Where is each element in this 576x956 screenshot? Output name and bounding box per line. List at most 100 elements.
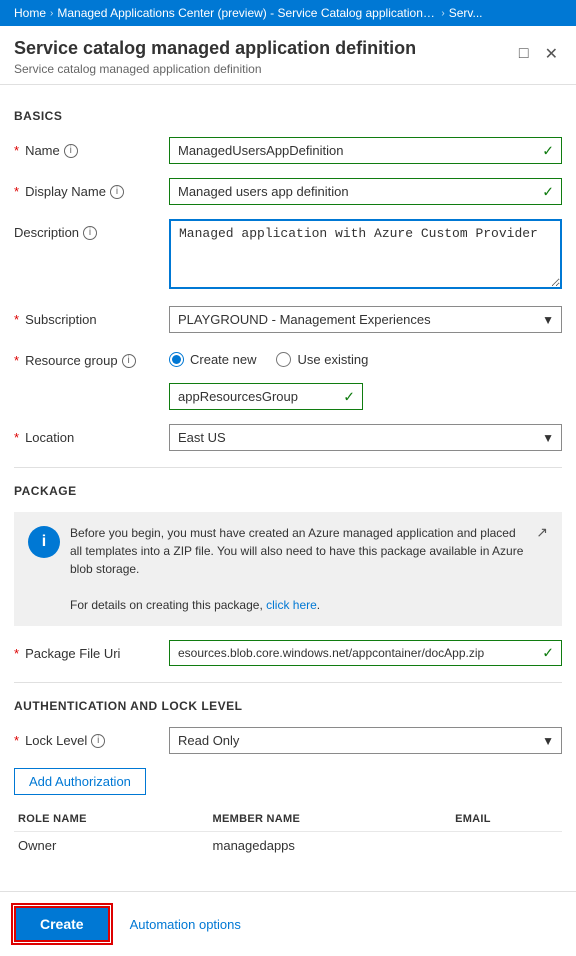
- package-uri-input-wrapper: ✓: [169, 640, 562, 666]
- resource-group-field-row: * Resource group i Create new Use existi…: [14, 347, 562, 410]
- add-authorization-button[interactable]: Add Authorization: [14, 768, 146, 795]
- breadcrumb: Home › Managed Applications Center (prev…: [0, 0, 576, 26]
- name-label: * Name i: [14, 137, 169, 158]
- radio-use-existing-input[interactable]: [276, 352, 291, 367]
- description-info-icon[interactable]: i: [83, 226, 97, 240]
- description-control: Managed application with Azure Custom Pr…: [169, 219, 562, 292]
- auth-section-header: AUTHENTICATION AND LOCK LEVEL: [14, 699, 562, 713]
- col-member-name: MEMBER NAME: [209, 807, 452, 832]
- package-uri-check-icon: ✓: [542, 645, 554, 662]
- description-field-row: Description i Managed application with A…: [14, 219, 562, 292]
- col-role-name: ROLE NAME: [14, 807, 209, 832]
- display-name-required-star: *: [14, 184, 19, 199]
- subscription-select-wrapper: PLAYGROUND - Management Experiences ▼: [169, 306, 562, 333]
- display-name-input-wrapper: ✓: [169, 178, 562, 205]
- name-input[interactable]: [169, 137, 562, 164]
- lock-level-field-row: * Lock Level i Read Only ▼: [14, 727, 562, 754]
- resource-group-input[interactable]: [169, 383, 363, 410]
- location-label: * Location: [14, 424, 169, 445]
- display-name-info-icon[interactable]: i: [110, 185, 124, 199]
- auth-table-header-row: ROLE NAME MEMBER NAME EMAIL: [14, 807, 562, 832]
- close-button[interactable]: ✕: [541, 42, 562, 66]
- name-required-star: *: [14, 143, 19, 158]
- display-name-check-icon: ✓: [542, 183, 554, 200]
- info-circle-icon: i: [28, 526, 60, 558]
- breadcrumb-chevron-1: ›: [50, 8, 53, 19]
- location-control: East US ▼: [169, 424, 562, 451]
- resource-group-radio-control: Create new Use existing: [169, 347, 368, 377]
- lock-level-required-star: *: [14, 733, 19, 748]
- resource-group-top: * Resource group i Create new Use existi…: [14, 347, 368, 377]
- create-button[interactable]: Create: [14, 906, 110, 942]
- resource-group-input-wrapper: ✓: [169, 383, 363, 410]
- description-input[interactable]: Managed application with Azure Custom Pr…: [169, 219, 562, 289]
- table-row: Owner managedapps: [14, 832, 562, 860]
- page-header-left: Service catalog managed application defi…: [14, 38, 416, 76]
- automation-options-link[interactable]: Automation options: [130, 917, 241, 932]
- resource-group-radio-group: Create new Use existing: [169, 347, 368, 367]
- subscription-select[interactable]: PLAYGROUND - Management Experiences: [169, 306, 562, 333]
- auth-table-body: Owner managedapps: [14, 832, 562, 860]
- display-name-control: ✓: [169, 178, 562, 205]
- row-email: [451, 832, 562, 860]
- breadcrumb-home[interactable]: Home: [14, 6, 46, 20]
- package-auth-divider: [14, 682, 562, 683]
- description-label: Description i: [14, 219, 169, 240]
- breadcrumb-managed-apps[interactable]: Managed Applications Center (preview) - …: [57, 6, 437, 20]
- resource-group-check-icon: ✓: [343, 388, 355, 405]
- display-name-input[interactable]: [169, 178, 562, 205]
- name-field-row: * Name i ✓: [14, 137, 562, 164]
- page-header-right: □ ✕: [515, 42, 562, 66]
- display-name-label: * Display Name i: [14, 178, 169, 199]
- radio-use-existing[interactable]: Use existing: [276, 352, 368, 367]
- name-control: ✓: [169, 137, 562, 164]
- basics-section-header: BASICS: [14, 109, 562, 123]
- subscription-label: * Subscription: [14, 306, 169, 327]
- package-uri-field-row: * Package File Uri ✓: [14, 640, 562, 666]
- package-info-link[interactable]: click here: [266, 598, 317, 612]
- subscription-control: PLAYGROUND - Management Experiences ▼: [169, 306, 562, 333]
- row-member-name: managedapps: [209, 832, 452, 860]
- subscription-field-row: * Subscription PLAYGROUND - Management E…: [14, 306, 562, 333]
- breadcrumb-serv[interactable]: Serv...: [449, 6, 483, 20]
- authorization-table: ROLE NAME MEMBER NAME EMAIL Owner manage…: [14, 807, 562, 859]
- subscription-required-star: *: [14, 312, 19, 327]
- resource-group-info-icon[interactable]: i: [122, 354, 136, 368]
- lock-level-select[interactable]: Read Only: [169, 727, 562, 754]
- lock-level-info-icon[interactable]: i: [91, 734, 105, 748]
- radio-create-new[interactable]: Create new: [169, 352, 256, 367]
- main-content: BASICS * Name i ✓ * Display Name i ✓: [0, 85, 576, 891]
- location-select[interactable]: East US: [169, 424, 562, 451]
- package-section-header: PACKAGE: [14, 484, 562, 498]
- package-uri-input[interactable]: [169, 640, 562, 666]
- col-email: EMAIL: [451, 807, 562, 832]
- package-uri-control: ✓: [169, 640, 562, 666]
- package-uri-required-star: *: [14, 646, 19, 661]
- location-select-wrapper: East US ▼: [169, 424, 562, 451]
- lock-level-control: Read Only ▼: [169, 727, 562, 754]
- name-input-wrapper: ✓: [169, 137, 562, 164]
- package-uri-label: * Package File Uri: [14, 640, 169, 661]
- page-subtitle: Service catalog managed application defi…: [14, 62, 416, 76]
- resource-group-label: * Resource group i: [14, 347, 169, 368]
- location-required-star: *: [14, 430, 19, 445]
- resource-group-value-wrapper: ✓: [169, 383, 363, 410]
- lock-level-select-wrapper: Read Only ▼: [169, 727, 562, 754]
- package-info-box: i Before you begin, you must have create…: [14, 512, 562, 626]
- breadcrumb-chevron-2: ›: [441, 8, 444, 19]
- footer: Create Automation options: [0, 891, 576, 956]
- auth-table-header: ROLE NAME MEMBER NAME EMAIL: [14, 807, 562, 832]
- basics-package-divider: [14, 467, 562, 468]
- name-check-icon: ✓: [542, 142, 554, 159]
- lock-level-label: * Lock Level i: [14, 727, 169, 748]
- package-info-text: Before you begin, you must have created …: [70, 524, 526, 614]
- external-link-icon[interactable]: ↗: [536, 524, 548, 541]
- location-field-row: * Location East US ▼: [14, 424, 562, 451]
- radio-create-new-input[interactable]: [169, 352, 184, 367]
- page-header: Service catalog managed application defi…: [0, 26, 576, 85]
- display-name-field-row: * Display Name i ✓: [14, 178, 562, 205]
- window-icon-button[interactable]: □: [515, 43, 533, 65]
- name-info-icon[interactable]: i: [64, 144, 78, 158]
- resource-group-required-star: *: [14, 353, 19, 368]
- row-role-name: Owner: [14, 832, 209, 860]
